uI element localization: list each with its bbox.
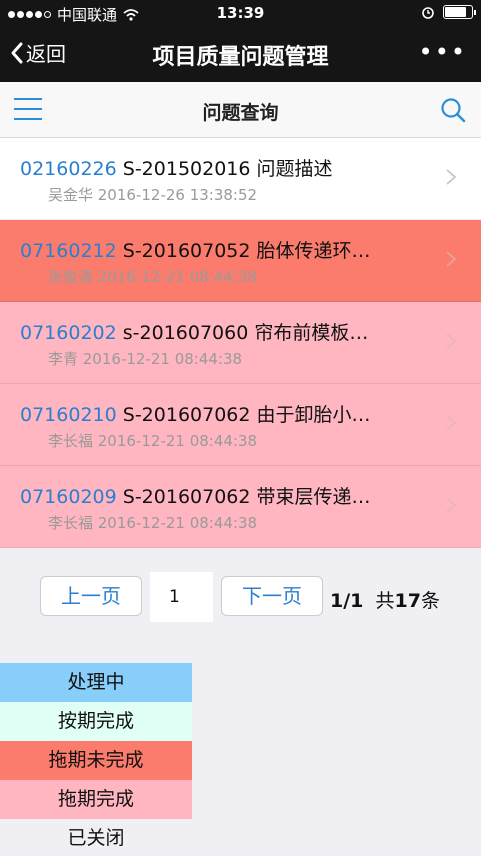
- page-title: 项目质量问题管理: [152, 45, 329, 70]
- list-item[interactable]: 07160202 s-201607060 帘布前模板… 李青 2016-12-2…: [0, 302, 481, 384]
- list-item[interactable]: 07160209 S-201607062 带束层传递… 李长福 2016-12-…: [0, 466, 481, 548]
- issue-list: 02160226 S-201502016 问题描述 吴金华 2016-12-26…: [0, 138, 481, 548]
- total-suffix: 条: [420, 590, 440, 612]
- issue-title: S-201502016 问题描述: [122, 158, 333, 180]
- more-dots-icon[interactable]: •••: [419, 38, 467, 66]
- issue-meta: 李青 2016-12-21 08:44:38: [48, 350, 243, 368]
- chevron-right-icon: [446, 251, 457, 267]
- page-count: 1/1: [330, 590, 364, 612]
- issue-code: 02160226: [20, 158, 117, 180]
- legend-item: 处理中: [0, 663, 192, 702]
- total-count: 17: [394, 590, 421, 612]
- issue-code: 07160212: [20, 240, 117, 262]
- issue-title: s-201607060 帘布前模板…: [122, 322, 369, 344]
- status-bar: 中国联通 13:39: [0, 0, 481, 26]
- chevron-right-icon: [446, 415, 457, 431]
- issue-title: S-201607052 胎体传递环…: [122, 240, 371, 262]
- issue-code: 07160209: [20, 486, 117, 508]
- legend-item: 拖期未完成: [0, 741, 192, 780]
- prev-page-button[interactable]: 上一页: [40, 576, 142, 616]
- pagination: 上一页 1 下一页 1/1 共17条: [0, 548, 481, 648]
- chevron-right-icon: [446, 497, 457, 513]
- issue-meta: 李长福 2016-12-21 08:44:38: [48, 514, 258, 532]
- issue-meta: 李长福 2016-12-21 08:44:38: [48, 432, 258, 450]
- status-right: [421, 5, 476, 19]
- legend-item: 按期完成: [0, 702, 192, 741]
- page-number-input[interactable]: 1: [150, 572, 213, 622]
- chevron-right-icon: [446, 169, 457, 185]
- list-item[interactable]: 07160210 S-201607062 由于卸胎小… 李长福 2016-12-…: [0, 384, 481, 466]
- total-prefix: 共: [375, 590, 395, 612]
- legend-item: 拖期完成: [0, 780, 192, 819]
- issue-meta: 吴金华 2016-12-26 13:38:52: [48, 186, 258, 204]
- search-icon[interactable]: [439, 96, 467, 124]
- list-item[interactable]: 07160212 S-201607052 胎体传递环… 张俊清 2016-12-…: [0, 220, 481, 302]
- list-item[interactable]: 02160226 S-201502016 问题描述 吴金华 2016-12-26…: [0, 138, 481, 220]
- section-title: 问题查询: [202, 102, 279, 124]
- nav-bar: 返回 项目质量问题管理 •••: [0, 26, 481, 82]
- issue-title: S-201607062 由于卸胎小…: [122, 404, 371, 426]
- battery-icon: [443, 5, 476, 19]
- issue-title: S-201607062 带束层传递…: [122, 486, 371, 508]
- issue-code: 07160202: [20, 322, 117, 344]
- issue-code: 07160210: [20, 404, 117, 426]
- next-page-button[interactable]: 下一页: [221, 576, 323, 616]
- alarm-clock-icon: [422, 7, 434, 19]
- status-legend: 处理中 按期完成 拖期未完成 拖期完成 已关闭: [0, 663, 192, 856]
- issue-meta: 张俊清 2016-12-21 08:44:38: [48, 268, 258, 286]
- chevron-right-icon: [446, 333, 457, 349]
- page-info: 1/1 共17条: [330, 586, 440, 613]
- legend-item: 已关闭: [0, 819, 192, 856]
- clock: 13:39: [216, 4, 265, 22]
- query-header: 问题查询: [0, 82, 481, 138]
